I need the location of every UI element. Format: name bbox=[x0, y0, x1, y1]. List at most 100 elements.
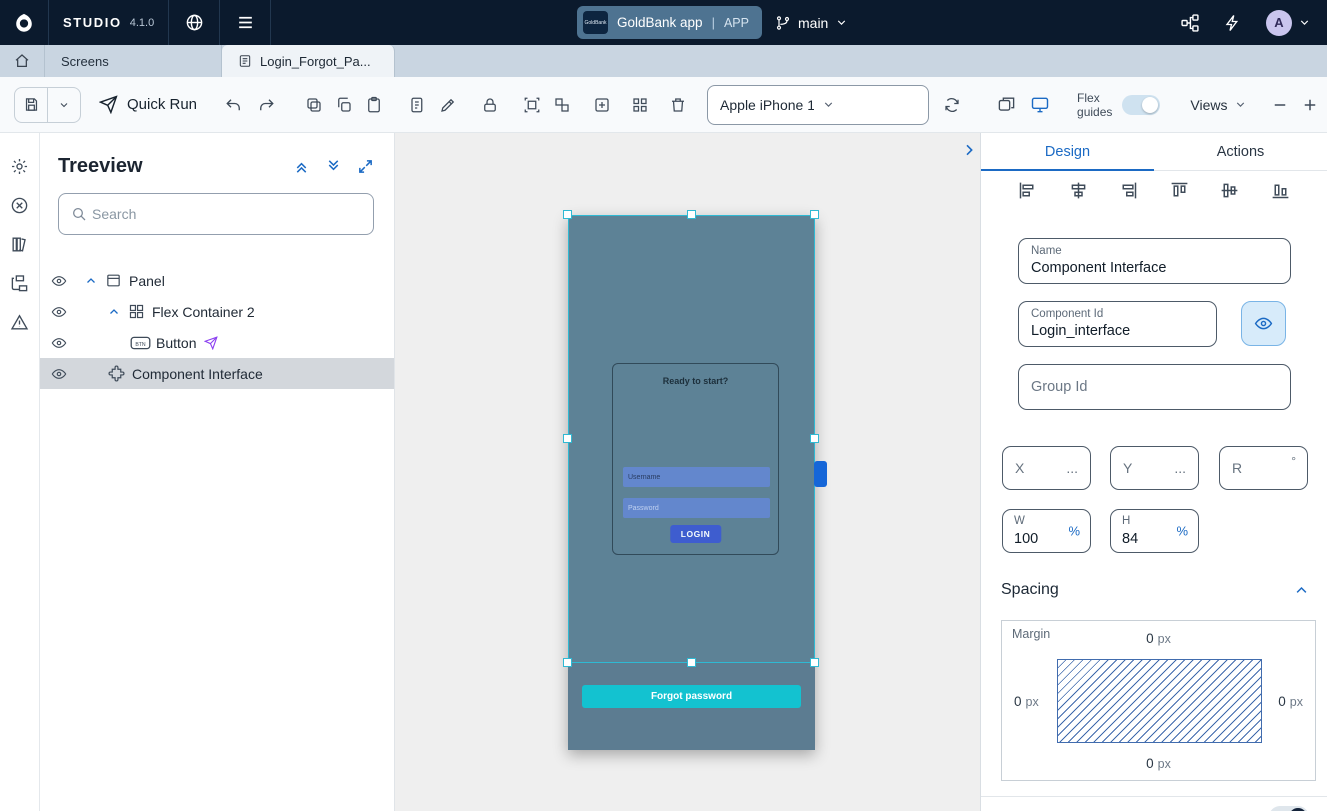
app-badge[interactable]: GoldBank GoldBank app | APP bbox=[577, 6, 762, 39]
studio-logo-icon[interactable] bbox=[0, 0, 48, 45]
copy-style-icon[interactable] bbox=[403, 90, 433, 120]
home-tab[interactable] bbox=[0, 45, 45, 77]
selection-handle[interactable] bbox=[810, 210, 819, 219]
component-interface-icon bbox=[105, 365, 127, 382]
search-input[interactable] bbox=[92, 206, 361, 222]
settings-gear-icon[interactable] bbox=[10, 157, 29, 176]
visibility-eye-icon[interactable] bbox=[51, 304, 67, 320]
lock-icon[interactable] bbox=[475, 90, 505, 120]
field-label: Name bbox=[1031, 245, 1062, 257]
align-right-icon[interactable] bbox=[1118, 180, 1139, 201]
x-position-field[interactable]: X ... bbox=[1002, 446, 1091, 490]
cancel-circle-icon[interactable] bbox=[10, 196, 29, 215]
name-field: Name bbox=[1018, 238, 1291, 284]
group-icon[interactable] bbox=[517, 90, 547, 120]
studio-app: STUDIO 4.1.0 GoldBank GoldBank app | APP… bbox=[0, 0, 1327, 811]
branch-selector[interactable]: main bbox=[775, 0, 848, 45]
visibility-eye-icon[interactable] bbox=[51, 273, 67, 289]
ungroup-icon[interactable] bbox=[547, 90, 577, 120]
mirror-screen-icon[interactable] bbox=[991, 90, 1021, 120]
phone-preview[interactable]: Ready to start? Username Password LOGIN … bbox=[568, 215, 815, 750]
selection-handle[interactable] bbox=[563, 434, 572, 443]
pencil-icon[interactable] bbox=[433, 90, 463, 120]
component-id-visibility-button[interactable] bbox=[1241, 301, 1286, 346]
globe-icon[interactable] bbox=[169, 0, 219, 45]
copy-icon[interactable] bbox=[329, 90, 359, 120]
duplicate-icon[interactable] bbox=[299, 90, 329, 120]
resize-grabber[interactable] bbox=[814, 461, 827, 487]
selection-handle[interactable] bbox=[810, 658, 819, 667]
lightning-bolt-icon[interactable] bbox=[1224, 14, 1242, 32]
avatar: A bbox=[1266, 10, 1292, 36]
paste-icon[interactable] bbox=[359, 90, 389, 120]
left-icon-rail bbox=[0, 133, 40, 811]
margin-right-value[interactable]: 0px bbox=[1278, 693, 1303, 711]
tree-row-button[interactable]: BTN Button bbox=[40, 327, 394, 358]
design-canvas[interactable]: Ready to start? Username Password LOGIN … bbox=[395, 133, 980, 811]
group-id-input[interactable] bbox=[1031, 365, 1282, 409]
selection-handle[interactable] bbox=[563, 210, 572, 219]
quick-run-button[interactable]: Quick Run bbox=[99, 95, 197, 114]
warning-triangle-icon[interactable] bbox=[10, 313, 29, 332]
menu-hamburger-icon[interactable] bbox=[220, 0, 270, 45]
selection-handle[interactable] bbox=[687, 210, 696, 219]
sync-icon[interactable] bbox=[937, 90, 967, 120]
width-field[interactable]: W 100 % bbox=[1002, 509, 1091, 553]
tab-login-forgot-page[interactable]: Login_Forgot_Pa... bbox=[222, 45, 395, 77]
trash-icon[interactable] bbox=[663, 90, 693, 120]
visibility-eye-icon[interactable] bbox=[51, 366, 67, 382]
name-input[interactable] bbox=[1031, 260, 1282, 276]
expand-all-icon[interactable] bbox=[325, 158, 342, 175]
align-center-horizontal-icon[interactable] bbox=[1068, 180, 1089, 201]
spacing-collapse-chevron-icon[interactable] bbox=[1294, 583, 1309, 598]
treeview-panel: Treeview bbox=[40, 133, 395, 811]
selection-handle[interactable] bbox=[810, 434, 819, 443]
flow-diagram-icon[interactable] bbox=[1180, 13, 1200, 33]
collapse-chevron-icon[interactable] bbox=[80, 275, 102, 287]
brand-name: STUDIO bbox=[49, 15, 130, 30]
margin-left-value[interactable]: 0px bbox=[1014, 693, 1039, 711]
height-field[interactable]: H 84 % bbox=[1110, 509, 1199, 553]
panel-expand-chevron-icon[interactable] bbox=[961, 139, 977, 161]
undo-icon[interactable] bbox=[219, 90, 249, 120]
tab-screens[interactable]: Screens bbox=[45, 45, 222, 77]
user-menu[interactable]: A bbox=[1266, 10, 1311, 36]
save-button[interactable] bbox=[15, 87, 47, 123]
collapse-chevron-icon[interactable] bbox=[103, 306, 125, 318]
hierarchy-icon[interactable] bbox=[10, 274, 29, 293]
margin-bottom-value[interactable]: 0px bbox=[1002, 755, 1315, 773]
forgot-password-button[interactable]: Forgot password bbox=[582, 685, 801, 708]
selection-handle[interactable] bbox=[687, 658, 696, 667]
align-center-vertical-icon[interactable] bbox=[1219, 180, 1240, 201]
views-dropdown[interactable]: Views bbox=[1190, 97, 1246, 113]
tab-design[interactable]: Design bbox=[981, 133, 1154, 170]
monitor-icon[interactable] bbox=[1025, 90, 1055, 120]
align-top-icon[interactable] bbox=[1169, 180, 1190, 201]
device-selector[interactable]: Apple iPhone 15 (390×... bbox=[707, 85, 929, 125]
flex-guides-toggle[interactable] bbox=[1122, 95, 1160, 115]
align-bottom-icon[interactable] bbox=[1270, 180, 1291, 201]
configured-attributes-toggle[interactable] bbox=[1269, 806, 1309, 811]
visibility-eye-icon[interactable] bbox=[51, 335, 67, 351]
tree-row-component-interface[interactable]: Component Interface bbox=[40, 358, 394, 389]
margin-top-value[interactable]: 0px bbox=[1002, 630, 1315, 648]
tab-actions[interactable]: Actions bbox=[1154, 133, 1327, 170]
component-id-input[interactable] bbox=[1031, 323, 1208, 339]
align-left-icon[interactable] bbox=[1017, 180, 1038, 201]
app-badge-divider: | bbox=[712, 15, 715, 30]
save-options-chevron[interactable] bbox=[48, 87, 80, 123]
rotation-field[interactable]: R ° bbox=[1219, 446, 1308, 490]
redo-icon[interactable] bbox=[251, 90, 281, 120]
tree-row-flex-container[interactable]: Flex Container 2 bbox=[40, 296, 394, 327]
tree-row-panel[interactable]: Panel bbox=[40, 265, 394, 296]
zoom-in-icon[interactable] bbox=[1295, 90, 1325, 120]
zoom-out-icon[interactable] bbox=[1265, 90, 1295, 120]
library-icon[interactable] bbox=[10, 235, 29, 254]
expand-view-icon[interactable] bbox=[357, 158, 374, 175]
components-grid-icon[interactable] bbox=[625, 90, 655, 120]
selection-handle[interactable] bbox=[563, 658, 572, 667]
add-frame-icon[interactable] bbox=[587, 90, 617, 120]
collapse-all-icon[interactable] bbox=[293, 158, 310, 175]
tree-search bbox=[58, 193, 374, 235]
y-position-field[interactable]: Y ... bbox=[1110, 446, 1199, 490]
